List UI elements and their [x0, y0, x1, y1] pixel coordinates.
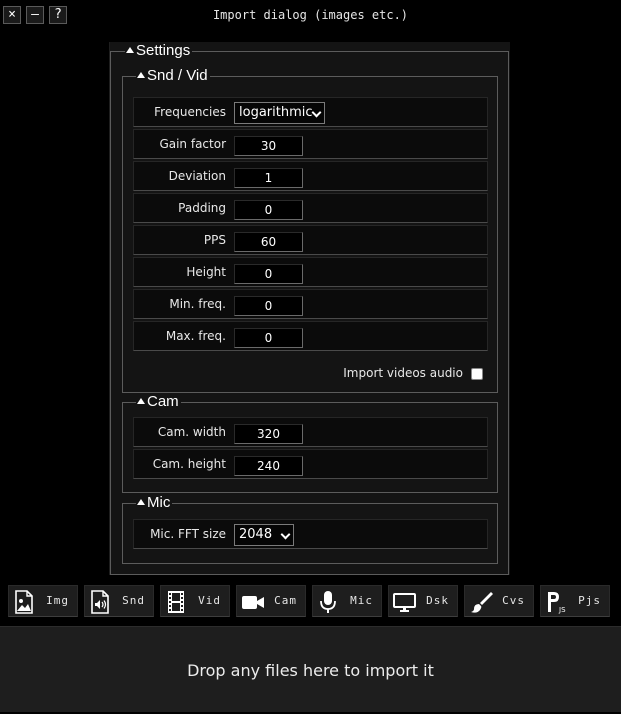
collapse-triangle-icon	[126, 47, 134, 53]
mic-fft-size-value: 2048	[239, 527, 273, 542]
settings-panel: Settings Snd / Vid Frequencies logarithm…	[109, 42, 510, 575]
padding-input[interactable]: 0	[234, 200, 303, 220]
mic-fft-size-select[interactable]: 2048	[234, 524, 294, 546]
source-label-cvs: Cvs	[502, 594, 525, 607]
max-freq-label: Max. freq.	[165, 329, 226, 343]
source-button-pjs[interactable]: JS Pjs	[540, 585, 610, 617]
settings-group: Settings Snd / Vid Frequencies logarithm…	[110, 42, 509, 575]
image-icon	[15, 590, 33, 614]
gain-factor-input[interactable]: 30	[234, 136, 303, 156]
chevron-down-icon	[311, 107, 322, 118]
drop-zone-text: Drop any files here to import it	[187, 661, 434, 680]
height-label: Height	[186, 265, 226, 279]
pps-row: PPS 60	[133, 225, 488, 255]
min-freq-row: Min. freq. 0	[133, 289, 488, 319]
source-button-dsk[interactable]: Dsk	[388, 585, 458, 617]
frequencies-label: Frequencies	[154, 105, 226, 119]
import-videos-audio-label: Import videos audio	[343, 366, 463, 380]
collapse-triangle-icon	[137, 398, 145, 404]
processing-js-icon: JS	[548, 592, 566, 614]
microphone-icon	[320, 591, 336, 613]
deviation-input[interactable]: 1	[234, 168, 303, 188]
window-title: Import dialog (images etc.)	[212, 8, 409, 22]
source-label-vid: Vid	[198, 594, 221, 607]
cam-width-input[interactable]: 320	[234, 424, 303, 444]
cam-height-row: Cam. height 240	[133, 449, 488, 479]
source-button-cvs[interactable]: Cvs	[464, 585, 534, 617]
cam-group: Cam Cam. width 320 Cam. height 240	[122, 393, 498, 493]
monitor-icon	[393, 593, 416, 612]
svg-text:JS: JS	[558, 606, 566, 614]
cam-title: Cam	[147, 393, 179, 410]
snd-vid-group: Snd / Vid Frequencies logarithmic Gain f…	[122, 67, 498, 393]
source-label-mic: Mic	[350, 594, 373, 607]
collapse-triangle-icon	[137, 72, 145, 78]
source-label-cam: Cam	[274, 594, 297, 607]
source-label-dsk: Dsk	[426, 594, 449, 607]
source-label-img: Img	[46, 594, 69, 607]
padding-label: Padding	[178, 201, 226, 215]
max-freq-row: Max. freq. 0	[133, 321, 488, 351]
mic-group: Mic Mic. FFT size 2048	[122, 494, 498, 564]
cam-height-input[interactable]: 240	[234, 456, 303, 476]
source-button-mic[interactable]: Mic	[312, 585, 382, 617]
chevron-down-icon	[280, 529, 291, 540]
source-button-snd[interactable]: Snd	[84, 585, 154, 617]
mic-fft-size-row: Mic. FFT size 2048	[133, 519, 488, 549]
collapse-triangle-icon	[137, 499, 145, 505]
frequencies-value: logarithmic	[239, 105, 313, 120]
settings-legend[interactable]: Settings	[125, 42, 193, 60]
min-freq-input[interactable]: 0	[234, 296, 303, 316]
frequencies-row: Frequencies logarithmic	[133, 97, 488, 127]
frequencies-select[interactable]: logarithmic	[234, 102, 325, 124]
import-videos-audio-checkbox[interactable]	[471, 368, 483, 380]
paintbrush-icon	[471, 592, 493, 613]
min-freq-label: Min. freq.	[169, 297, 226, 311]
gain-factor-row: Gain factor 30	[133, 129, 488, 159]
source-button-cam[interactable]: Cam	[236, 585, 306, 617]
camera-icon	[242, 596, 264, 609]
pps-input[interactable]: 60	[234, 232, 303, 252]
drop-zone[interactable]: Drop any files here to import it	[0, 626, 621, 712]
settings-title: Settings	[136, 42, 191, 59]
height-row: Height 0	[133, 257, 488, 287]
mic-title: Mic	[147, 494, 171, 511]
deviation-row: Deviation 1	[133, 161, 488, 191]
mic-legend[interactable]: Mic	[136, 494, 173, 512]
source-label-pjs: Pjs	[578, 594, 601, 607]
film-icon	[168, 591, 184, 613]
source-button-img[interactable]: Img	[8, 585, 78, 617]
cam-height-label: Cam. height	[152, 457, 226, 471]
deviation-label: Deviation	[168, 169, 226, 183]
snd-vid-legend[interactable]: Snd / Vid	[136, 67, 210, 85]
source-button-vid[interactable]: Vid	[160, 585, 230, 617]
snd-vid-title: Snd / Vid	[147, 67, 208, 84]
cam-legend[interactable]: Cam	[136, 393, 181, 411]
padding-row: Padding 0	[133, 193, 488, 223]
pps-label: PPS	[203, 233, 226, 247]
mic-fft-size-label: Mic. FFT size	[150, 527, 226, 541]
cam-width-row: Cam. width 320	[133, 417, 488, 447]
height-input[interactable]: 0	[234, 264, 303, 284]
cam-width-label: Cam. width	[157, 425, 226, 439]
sound-file-icon	[91, 590, 109, 614]
title-bar: × – ? Import dialog (images etc.)	[0, 0, 621, 31]
source-label-snd: Snd	[122, 594, 145, 607]
max-freq-input[interactable]: 0	[234, 328, 303, 348]
gain-factor-label: Gain factor	[159, 137, 226, 151]
